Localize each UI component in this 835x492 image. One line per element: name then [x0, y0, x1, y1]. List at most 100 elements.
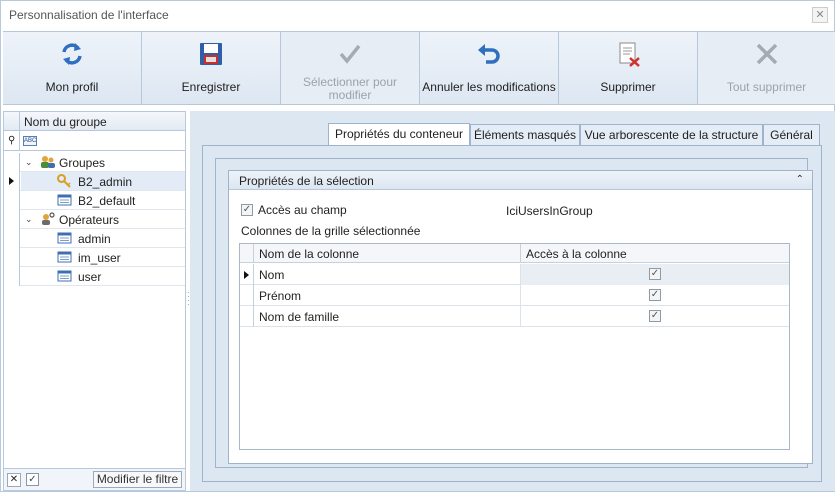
row-indicator — [4, 267, 20, 286]
group-name-column-header[interactable]: Nom du groupe — [24, 115, 107, 129]
column-access-checkbox[interactable]: ✓ — [649, 289, 661, 301]
properties-panel: Propriétés du conteneur Éléments masqués… — [190, 111, 835, 491]
checkmark-icon — [339, 44, 361, 64]
column-name-cell[interactable]: Nom — [254, 264, 521, 285]
header-corner — [4, 112, 20, 131]
tree-node-b2-default[interactable]: B2_default — [4, 191, 185, 210]
tree-node-groupes[interactable]: ⌄ Groupes — [4, 153, 185, 172]
save-icon — [200, 43, 222, 65]
field-name-value: IciUsersInGroup — [506, 204, 593, 218]
tree-node-cell: ⌄ Groupes — [21, 153, 185, 171]
tab-hidden-elements[interactable]: Éléments masqués — [470, 124, 580, 146]
close-window-button[interactable]: ✕ — [812, 7, 828, 23]
column-name-header[interactable]: Nom de la colonne — [254, 244, 521, 263]
collapse-icon[interactable]: ⌃ — [796, 174, 804, 185]
table-row[interactable]: Prénom ✓ — [240, 285, 789, 306]
selection-properties-group: Propriétés de la sélection ⌃ ✓ Accès au … — [228, 170, 813, 464]
tree-node-label: admin — [78, 232, 111, 246]
tree-footer: ✕ ✓ Modifier le filtre — [4, 468, 185, 490]
column-access-cell: ✓ — [521, 264, 789, 285]
delete-button[interactable]: Supprimer — [559, 32, 698, 104]
column-name-cell[interactable]: Prénom — [254, 285, 521, 306]
tree-node-operateurs[interactable]: ⌄ Opérateurs — [4, 210, 185, 229]
clear-filter-button[interactable]: ✕ — [7, 473, 21, 487]
toolbar: Mon profil Enregistrer Sélectionner pour… — [3, 31, 835, 105]
tree-node-label: B2_admin — [78, 175, 133, 189]
save-button[interactable]: Enregistrer — [142, 32, 281, 104]
edit-filter-button[interactable]: Modifier le filtre — [93, 471, 182, 488]
tree-node-im-user[interactable]: im_user — [4, 248, 185, 267]
column-name-cell[interactable]: Nom de famille — [254, 306, 521, 327]
tree-node-label: user — [78, 270, 102, 284]
tab-content: Propriétés de la sélection ⌃ ✓ Accès au … — [202, 145, 822, 482]
title-bar: Personnalisation de l'interface ✕ — [1, 1, 834, 30]
delete-all-button[interactable]: Tout supprimer — [698, 32, 835, 104]
column-access-cell: ✓ — [521, 285, 789, 306]
row-indicator — [240, 264, 254, 285]
row-indicator — [4, 153, 20, 172]
tree-node-label: im_user — [78, 251, 121, 265]
tree-node-admin[interactable]: admin — [4, 229, 185, 248]
users-group-icon — [41, 156, 55, 168]
current-row-icon — [244, 271, 249, 279]
grid-header-corner — [240, 244, 254, 263]
chevron-down-icon[interactable]: ⌄ — [25, 214, 33, 225]
row-indicator — [4, 248, 20, 267]
tree-filter-row[interactable]: ⚲ ABC — [4, 131, 185, 151]
field-access-label: Accès au champ — [258, 203, 347, 217]
tree-node-cell: ⌄ Opérateurs — [21, 210, 185, 228]
field-access-checkbox[interactable]: ✓ — [241, 204, 253, 216]
tree-header: Nom du groupe — [4, 112, 185, 131]
tree-node-cell: im_user — [21, 248, 185, 266]
delete-document-icon — [619, 42, 640, 67]
column-access-checkbox[interactable]: ✓ — [649, 268, 661, 280]
row-indicator — [4, 172, 20, 191]
row-indicator — [240, 285, 254, 306]
selection-group-title: Propriétés de la sélection — [239, 174, 374, 188]
tree-node-cell: user — [21, 267, 185, 285]
tab-structure-tree-view[interactable]: Vue arborescente de la structure — [580, 124, 763, 146]
selection-group-header[interactable]: Propriétés de la sélection ⌃ — [229, 171, 812, 190]
form-icon — [57, 194, 72, 206]
tree-node-user[interactable]: user — [4, 267, 185, 286]
tab-general[interactable]: Général — [763, 124, 820, 146]
select-to-edit-button[interactable]: Sélectionner pour modifier — [281, 32, 420, 104]
tree-node-b2-admin[interactable]: B2_admin — [4, 172, 185, 191]
columns-grid: Nom de la colonne Accès à la colonne Nom… — [239, 243, 790, 450]
undo-icon — [478, 44, 500, 64]
tab-container-properties[interactable]: Propriétés du conteneur — [328, 123, 470, 146]
tree-node-cell: admin — [21, 229, 185, 247]
text-filter-icon[interactable]: ABC — [23, 136, 37, 146]
undo-changes-button[interactable]: Annuler les modifications — [420, 32, 559, 104]
undo-changes-label: Annuler les modifications — [422, 80, 556, 94]
container-area: Propriétés de la sélection ⌃ ✓ Accès au … — [215, 158, 813, 468]
refresh-icon — [62, 43, 82, 65]
tree-node-label: Groupes — [59, 156, 106, 170]
pin-icon: ⚲ — [8, 135, 16, 146]
filter-enabled-checkbox[interactable]: ✓ — [26, 473, 39, 486]
form-icon — [57, 251, 72, 263]
tree-node-cell: B2_default — [21, 191, 185, 209]
tree-node-label: Opérateurs — [59, 213, 120, 227]
tree-node-label: B2_default — [78, 194, 136, 208]
filter-corner: ⚲ — [4, 131, 20, 151]
form-icon — [57, 232, 72, 244]
row-indicator — [240, 306, 254, 327]
row-indicator — [4, 210, 20, 229]
operators-icon — [42, 212, 55, 225]
table-row[interactable]: Nom de famille ✓ — [240, 306, 789, 327]
grid-header: Nom de la colonne Accès à la colonne — [240, 244, 789, 263]
row-indicator — [4, 229, 20, 248]
key-icon — [57, 174, 71, 188]
table-row[interactable]: Nom ✓ — [240, 264, 789, 285]
tree-node-cell: B2_admin — [21, 172, 185, 190]
delete-label: Supprimer — [600, 80, 656, 94]
form-icon — [57, 270, 72, 282]
chevron-down-icon[interactable]: ⌄ — [25, 157, 33, 168]
grid-columns-label: Colonnes de la grille sélectionnée — [241, 224, 421, 238]
column-access-header[interactable]: Accès à la colonne — [521, 244, 789, 263]
column-access-checkbox[interactable]: ✓ — [649, 310, 661, 322]
group-tree-panel: Nom du groupe ⚲ ABC ⌄ Groupes B2_admin B… — [3, 111, 186, 491]
my-profile-button[interactable]: Mon profil — [3, 32, 142, 104]
current-row-icon — [9, 177, 14, 185]
